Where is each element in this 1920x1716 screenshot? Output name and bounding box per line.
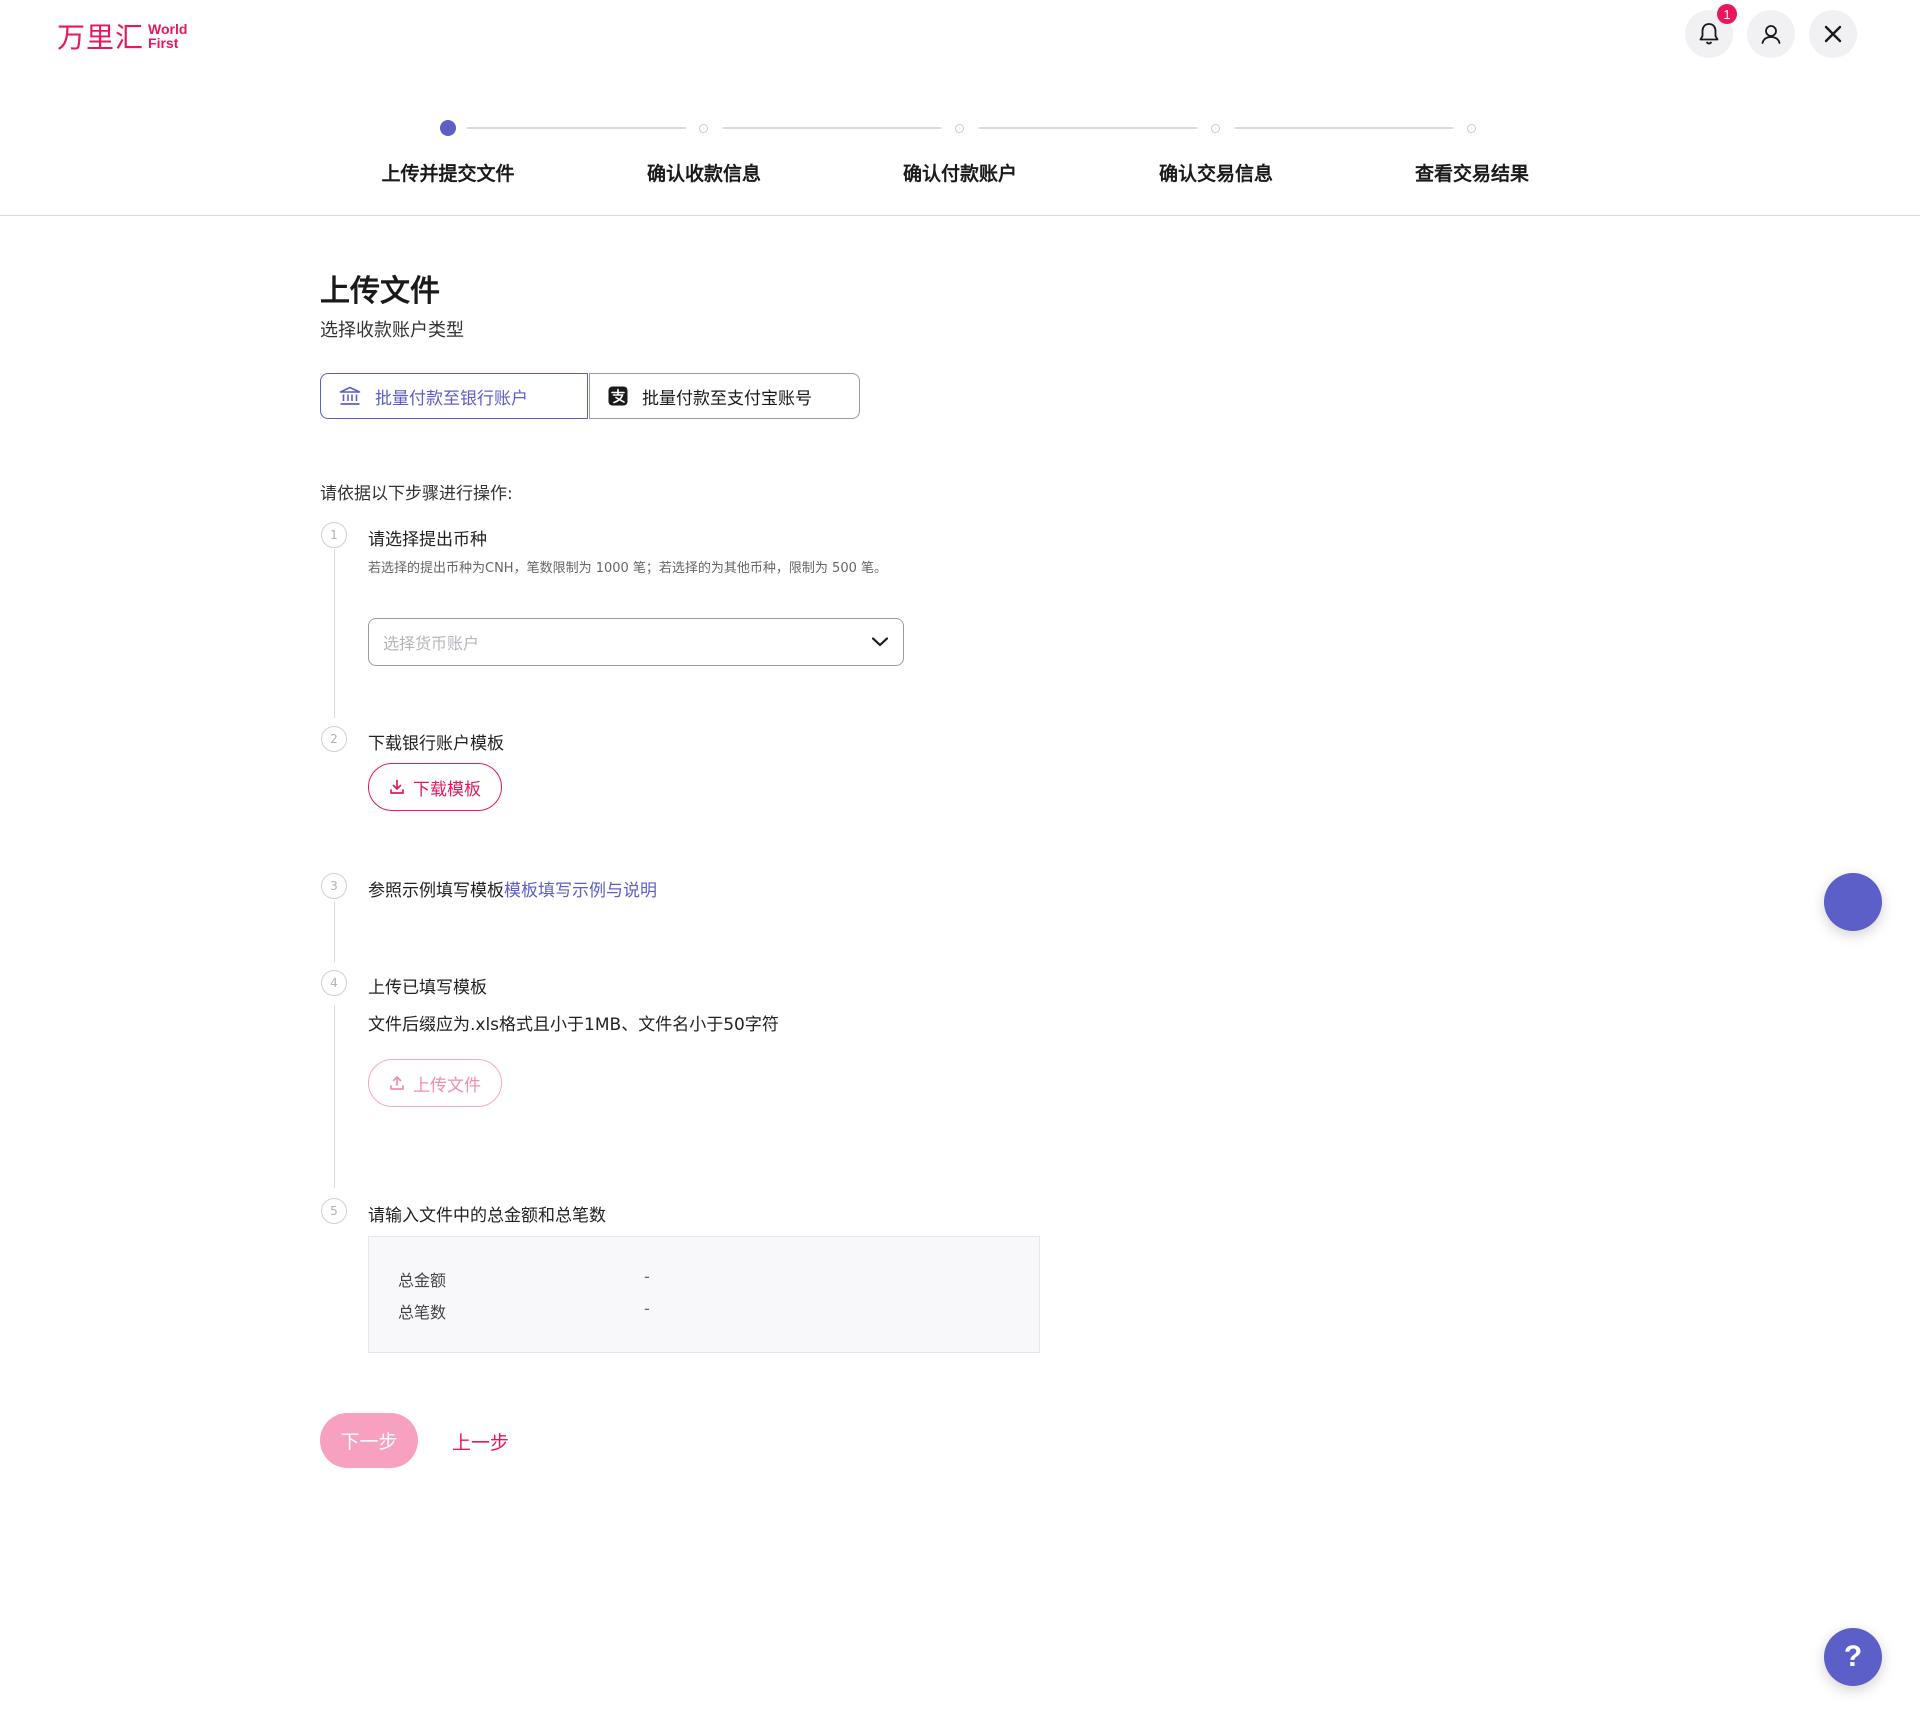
stepper-connector (467, 127, 686, 129)
stepper-label-result: 查看交易结果 (1414, 163, 1529, 185)
download-template-button[interactable]: 下载模板 (368, 763, 502, 811)
logo-cn-text: 万里汇 (57, 21, 145, 54)
step-3-title: 参照示例填写模板模板填写示例与说明 (368, 881, 657, 901)
step-5-title: 请输入文件中的总金额和总笔数 (368, 1206, 606, 1226)
tab-alipay-account-label: 批量付款至支付宝账号 (642, 388, 812, 409)
page-title: 上传文件 (320, 274, 440, 309)
totals-summary-box: 总金额 - 总笔数 - (368, 1236, 1040, 1353)
notification-button[interactable]: 1 (1685, 4, 1737, 58)
stepper-label-upload: 上传并提交文件 (381, 163, 515, 185)
step-1-hint: 若选择的提出币种为CNH，笔数限制为 1000 笔；若选择的为其他币种，限制为 … (368, 561, 888, 576)
stepper-label-confirm-payee: 确认收款信息 (646, 163, 761, 185)
timeline-line (334, 549, 335, 718)
step-1-title: 请选择提出币种 (368, 530, 487, 550)
alipay-icon (608, 386, 628, 406)
bell-icon (1699, 23, 1719, 45)
step-number-4: 4 (321, 970, 347, 996)
close-button[interactable] (1809, 10, 1857, 58)
logo-en-text: World First (148, 21, 188, 51)
close-icon (1824, 25, 1842, 43)
next-step-button[interactable]: 下一步 (320, 1413, 418, 1468)
tab-bank-account[interactable]: 批量付款至银行账户 (320, 373, 588, 419)
step-number-3: 3 (321, 873, 347, 899)
step-2-title: 下载银行账户模板 (368, 734, 504, 754)
step-number-5: 5 (321, 1198, 347, 1224)
instructions-text: 请依据以下步骤进行操作: (320, 484, 513, 504)
floating-chat-button[interactable] (1824, 873, 1882, 931)
previous-step-button[interactable]: 上一步 (452, 1428, 509, 1455)
template-example-link[interactable]: 模板填写示例与说明 (504, 881, 657, 901)
total-amount-label: 总金额 (398, 1271, 447, 1290)
stepper-connector (1235, 127, 1453, 129)
notification-badge: 1 (1717, 4, 1737, 24)
stepper-dot-active (440, 120, 456, 136)
step-number-1: 1 (321, 522, 347, 548)
total-count-label: 总笔数 (398, 1303, 447, 1322)
bank-icon (339, 386, 361, 406)
download-icon (390, 779, 404, 794)
timeline-line (334, 1005, 335, 1188)
stepper-connector (723, 127, 941, 129)
stepper-connector (979, 127, 1197, 129)
step-4-title: 上传已填写模板 (368, 978, 487, 998)
step-number-2: 2 (321, 726, 347, 752)
step-4-description: 文件后缀应为.xls格式且小于1MB、文件名小于50字符 (368, 1015, 779, 1035)
page-subtitle: 选择收款账户类型 (320, 320, 464, 341)
tab-alipay-account[interactable]: 批量付款至支付宝账号 (589, 373, 860, 419)
help-button[interactable]: ? (1824, 1628, 1882, 1686)
stepper-label-confirm-payer: 确认付款账户 (902, 163, 1017, 185)
stepper-dot (699, 124, 708, 133)
help-icon: ? (1843, 1640, 1863, 1673)
currency-select-placeholder: 选择货币账户 (383, 634, 480, 653)
total-amount-value: - (644, 1267, 650, 1286)
stepper-dot (1467, 124, 1476, 133)
chevron-down-icon (871, 637, 889, 647)
stepper-dot (1211, 124, 1220, 133)
brand-logo[interactable]: 万里汇 World First (57, 16, 187, 56)
user-icon (1761, 25, 1781, 44)
total-count-value: - (644, 1299, 650, 1318)
upload-file-label: 上传文件 (413, 1075, 481, 1096)
upload-icon (390, 1076, 404, 1090)
timeline-line (334, 902, 335, 962)
tab-bank-account-label: 批量付款至银行账户 (375, 388, 528, 409)
stepper-label-confirm-transaction: 确认交易信息 (1158, 163, 1273, 185)
header-divider (0, 215, 1920, 216)
upload-file-button[interactable]: 上传文件 (368, 1059, 502, 1107)
currency-select[interactable]: 选择货币账户 (368, 618, 904, 666)
download-template-label: 下载模板 (413, 779, 481, 800)
stepper-dot (955, 124, 964, 133)
account-button[interactable] (1747, 10, 1795, 58)
